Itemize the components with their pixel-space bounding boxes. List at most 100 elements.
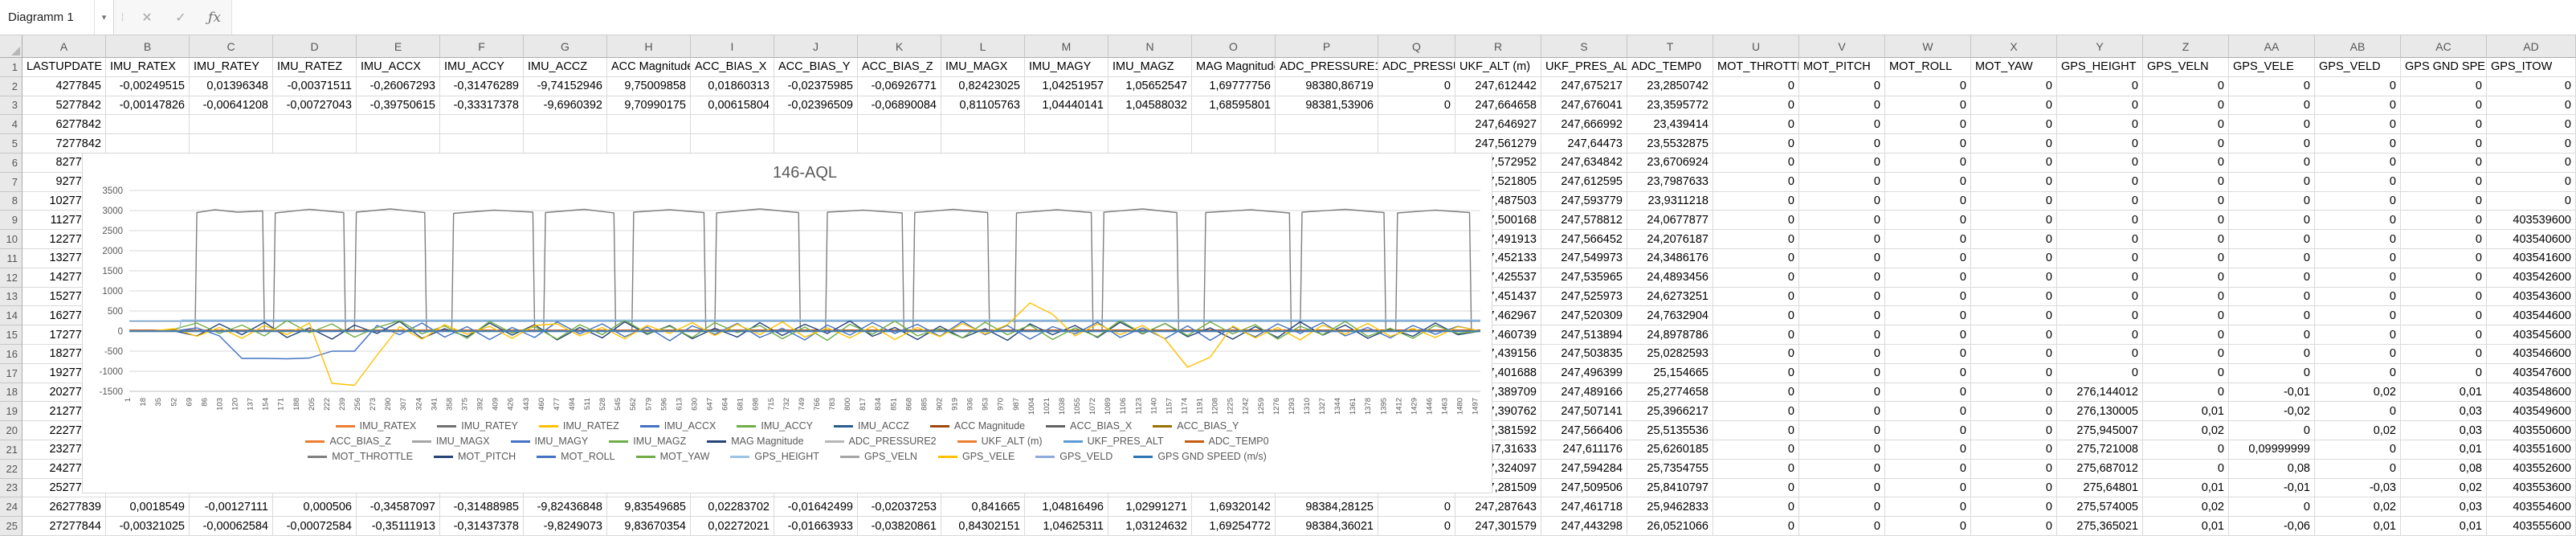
cell-V23[interactable]: 0 <box>1799 479 1885 498</box>
cell-W25[interactable]: 0 <box>1885 517 1971 536</box>
cell-T3[interactable]: 23,3595772 <box>1627 96 1713 116</box>
cell-AA16[interactable]: 0 <box>2229 345 2315 364</box>
cell-U15[interactable]: 0 <box>1713 325 1799 345</box>
column-header-N[interactable]: N <box>1108 35 1192 58</box>
cell-T11[interactable]: 24,3486176 <box>1627 249 1713 268</box>
cell-G25[interactable]: -9,8249073 <box>524 517 607 536</box>
cell-V20[interactable]: 0 <box>1799 421 1885 440</box>
cell-A25[interactable]: 27277844 <box>22 517 106 536</box>
cell-Z12[interactable]: 0 <box>2143 268 2229 288</box>
cell-AC4[interactable]: 0 <box>2401 115 2487 134</box>
column-header-J[interactable]: J <box>774 35 858 58</box>
column-header-S[interactable]: S <box>1541 35 1627 58</box>
cell-Y10[interactable]: 0 <box>2057 230 2143 249</box>
cell-AB19[interactable]: 0 <box>2315 402 2401 421</box>
cell-T15[interactable]: 24,8978786 <box>1627 325 1713 345</box>
cell-AA9[interactable]: 0 <box>2229 211 2315 230</box>
cell-Y20[interactable]: 275,945007 <box>2057 421 2143 440</box>
cell-V13[interactable]: 0 <box>1799 288 1885 307</box>
cell-H1[interactable]: ACC Magnitude <box>607 58 691 77</box>
cell-X1[interactable]: MOT_YAW <box>1971 58 2057 77</box>
cell-W6[interactable]: 0 <box>1885 153 1971 173</box>
cell-AC16[interactable]: 0 <box>2401 345 2487 364</box>
cell-AC17[interactable]: 0 <box>2401 364 2487 383</box>
row-header-4[interactable]: 4 <box>0 115 22 134</box>
cell-AD20[interactable]: 403550600 <box>2487 421 2576 440</box>
cell-V15[interactable]: 0 <box>1799 325 1885 345</box>
cell-B24[interactable]: 0,0018549 <box>106 497 190 517</box>
cell-X23[interactable]: 0 <box>1971 479 2057 498</box>
cell-Y23[interactable]: 275,64801 <box>2057 479 2143 498</box>
cell-O1[interactable]: MAG Magnitude <box>1192 58 1276 77</box>
cell-S6[interactable]: 247,634842 <box>1541 153 1627 173</box>
cell-S24[interactable]: 247,461718 <box>1541 497 1627 517</box>
cell-AA19[interactable]: -0,02 <box>2229 402 2315 421</box>
cell-Y9[interactable]: 0 <box>2057 211 2143 230</box>
column-header-P[interactable]: P <box>1276 35 1378 58</box>
cell-R25[interactable]: 247,301579 <box>1455 517 1541 536</box>
cell-U9[interactable]: 0 <box>1713 211 1799 230</box>
cell-S13[interactable]: 247,525973 <box>1541 288 1627 307</box>
cell-V6[interactable]: 0 <box>1799 153 1885 173</box>
cell-AD23[interactable]: 403553600 <box>2487 479 2576 498</box>
cell-T2[interactable]: 23,2850742 <box>1627 77 1713 96</box>
cell-T6[interactable]: 23,6706924 <box>1627 153 1713 173</box>
cell-AA18[interactable]: -0,01 <box>2229 383 2315 403</box>
cell-W2[interactable]: 0 <box>1885 77 1971 96</box>
cell-AC13[interactable]: 0 <box>2401 288 2487 307</box>
cell-M25[interactable]: 1,04625311 <box>1025 517 1108 536</box>
cell-AD8[interactable]: 0 <box>2487 192 2576 211</box>
cell-S20[interactable]: 247,566406 <box>1541 421 1627 440</box>
cell-V12[interactable]: 0 <box>1799 268 1885 288</box>
cell-Z2[interactable]: 0 <box>2143 77 2229 96</box>
cell-D24[interactable]: 0,000506 <box>273 497 357 517</box>
cell-F24[interactable]: -0,31488985 <box>440 497 524 517</box>
cell-U21[interactable]: 0 <box>1713 440 1799 460</box>
column-header-U[interactable]: U <box>1713 35 1799 58</box>
cell-AD19[interactable]: 403549600 <box>2487 402 2576 421</box>
column-header-AD[interactable]: AD <box>2487 35 2576 58</box>
cell-AC9[interactable]: 0 <box>2401 211 2487 230</box>
cell-B3[interactable]: -0,00147826 <box>106 96 190 116</box>
cell-C3[interactable]: -0,00641208 <box>190 96 273 116</box>
cancel-button[interactable]: ✕ <box>130 0 164 35</box>
cell-A1[interactable]: LASTUPDATE <box>22 58 106 77</box>
cell-I2[interactable]: 0,01860313 <box>691 77 774 96</box>
cell-W8[interactable]: 0 <box>1885 192 1971 211</box>
cell-Z14[interactable]: 0 <box>2143 306 2229 325</box>
cell-AB16[interactable]: 0 <box>2315 345 2401 364</box>
cell-D4[interactable] <box>273 115 357 134</box>
cell-U11[interactable]: 0 <box>1713 249 1799 268</box>
cell-X7[interactable]: 0 <box>1971 173 2057 192</box>
cell-P5[interactable] <box>1276 134 1378 153</box>
cell-G1[interactable]: IMU_ACCZ <box>524 58 607 77</box>
cell-Z1[interactable]: GPS_VELN <box>2143 58 2229 77</box>
cell-AA21[interactable]: 0,09999999 <box>2229 440 2315 460</box>
cell-V21[interactable]: 0 <box>1799 440 1885 460</box>
cell-AC2[interactable]: 0 <box>2401 77 2487 96</box>
cell-S11[interactable]: 247,549973 <box>1541 249 1627 268</box>
cell-U25[interactable]: 0 <box>1713 517 1799 536</box>
cell-Z21[interactable]: 0 <box>2143 440 2229 460</box>
cell-Y11[interactable]: 0 <box>2057 249 2143 268</box>
column-header-R[interactable]: R <box>1455 35 1541 58</box>
cell-AC15[interactable]: 0 <box>2401 325 2487 345</box>
cell-AD5[interactable]: 0 <box>2487 134 2576 153</box>
cell-S10[interactable]: 247,566452 <box>1541 230 1627 249</box>
cell-B5[interactable] <box>106 134 190 153</box>
cell-Z7[interactable]: 0 <box>2143 173 2229 192</box>
cell-L5[interactable] <box>941 134 1025 153</box>
cell-AA1[interactable]: GPS_VELE <box>2229 58 2315 77</box>
cell-S3[interactable]: 247,676041 <box>1541 96 1627 116</box>
cell-W9[interactable]: 0 <box>1885 211 1971 230</box>
cell-N25[interactable]: 1,03124632 <box>1108 517 1192 536</box>
cell-W18[interactable]: 0 <box>1885 383 1971 403</box>
cell-U22[interactable]: 0 <box>1713 460 1799 479</box>
cell-AD1[interactable]: GPS_ITOW <box>2487 58 2576 77</box>
cell-AD17[interactable]: 403547600 <box>2487 364 2576 383</box>
cell-AB9[interactable]: 0 <box>2315 211 2401 230</box>
cell-Z3[interactable]: 0 <box>2143 96 2229 116</box>
cell-B25[interactable]: -0,00321025 <box>106 517 190 536</box>
row-header-25[interactable]: 25 <box>0 517 22 536</box>
cell-U7[interactable]: 0 <box>1713 173 1799 192</box>
